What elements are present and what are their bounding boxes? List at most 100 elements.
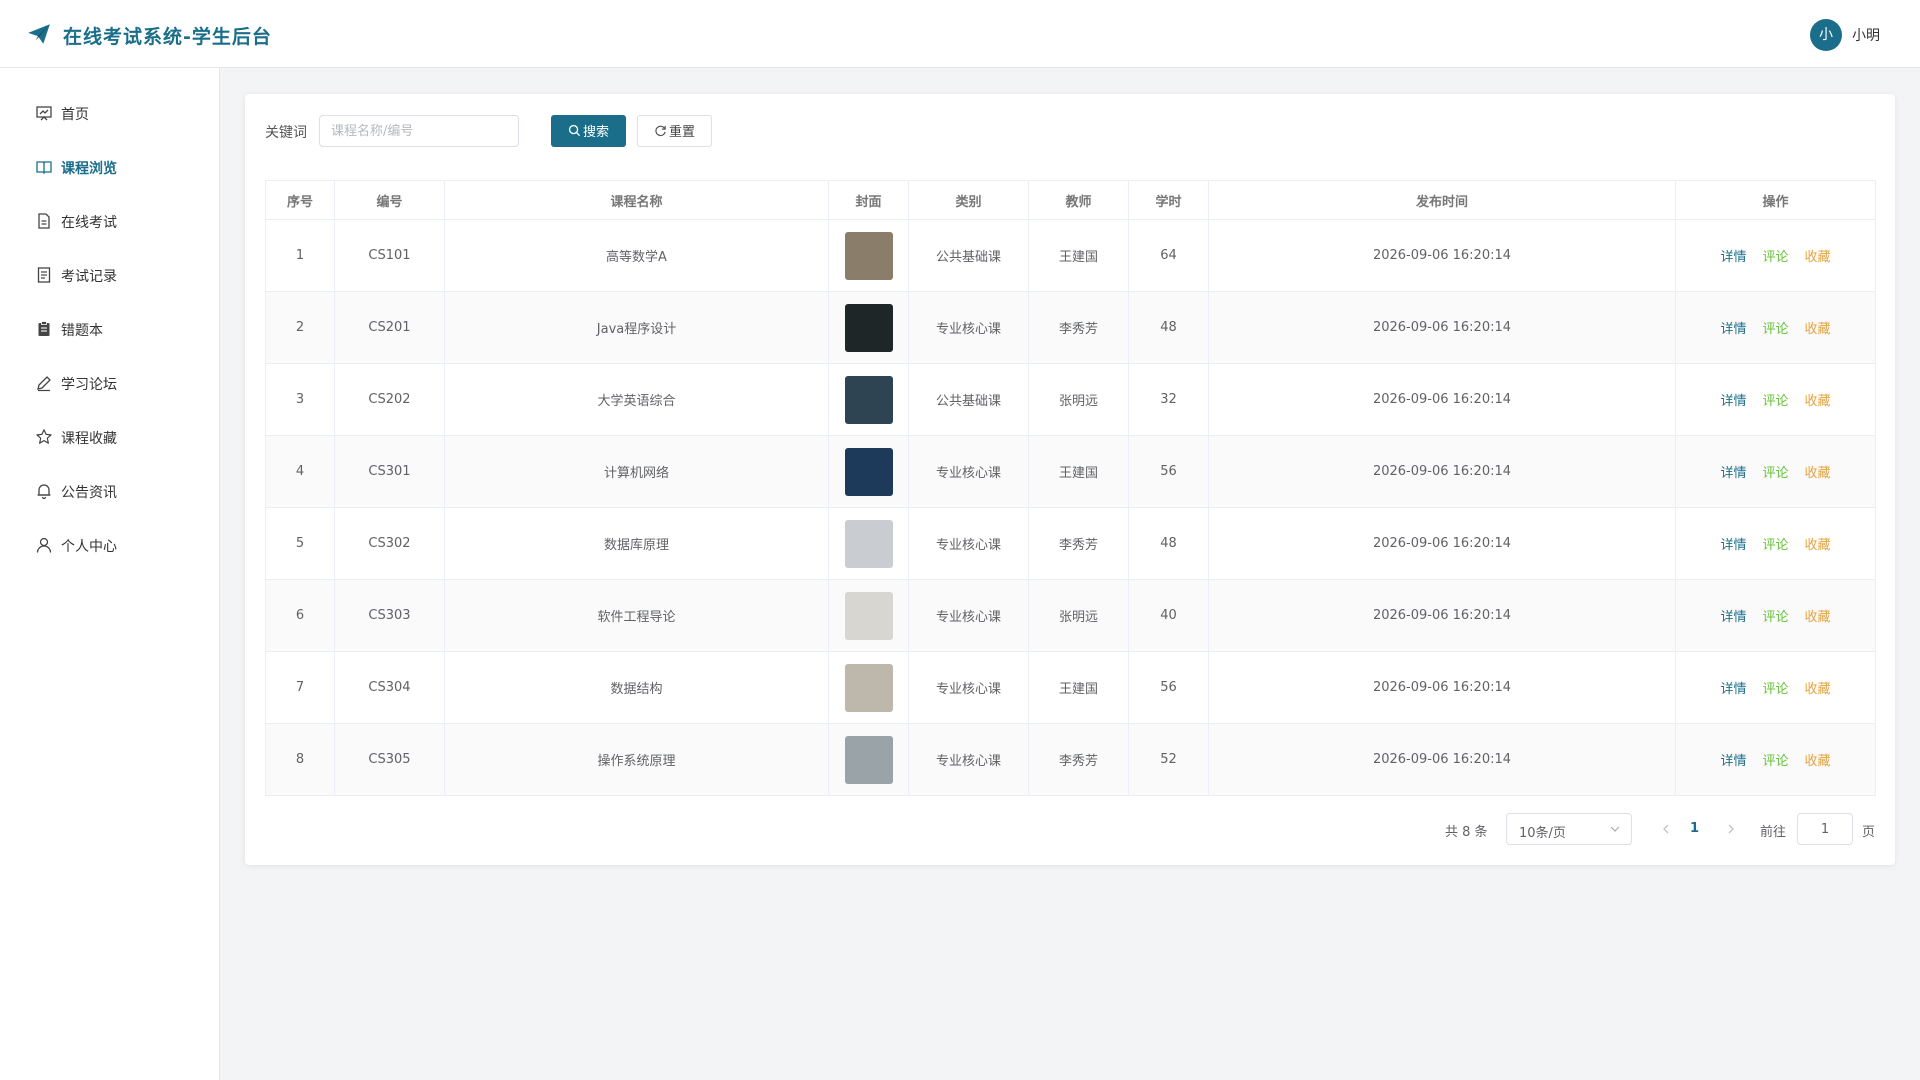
comment-link[interactable]: 评论 (1762, 750, 1788, 769)
column-header-hours: 学时 (1128, 180, 1209, 220)
cell-published: 2026-09-06 16:20:14 (1208, 579, 1676, 652)
course-list-card: 关键词 搜索 重置 序号 编号 课程名称 封面 类别 教师 学时 发布时间 (245, 94, 1895, 865)
cell-teacher: 李秀芳 (1028, 723, 1129, 796)
next-page-icon[interactable] (1725, 822, 1737, 836)
course-cover-image[interactable] (844, 735, 893, 784)
column-header-actions: 操作 (1675, 180, 1876, 220)
cell-category: 公共基础课 (908, 363, 1029, 436)
cell-course-name: 计算机网络 (444, 435, 829, 508)
column-header-category: 类别 (908, 180, 1029, 220)
sidebar-item-label: 错题本 (61, 323, 103, 339)
cell-index: 8 (265, 723, 335, 796)
cell-hours: 32 (1128, 363, 1209, 436)
pen-icon (37, 376, 51, 392)
search-icon (568, 124, 581, 137)
cell-actions: 详情 评论 收藏 (1675, 363, 1876, 436)
cell-course-name: 大学英语综合 (444, 363, 829, 436)
cell-published: 2026-09-06 16:20:14 (1208, 651, 1676, 724)
cell-code: CS304 (334, 651, 445, 724)
sidebar-item-online-exam[interactable]: 在线考试 (0, 201, 220, 241)
favorite-link[interactable]: 收藏 (1805, 678, 1831, 697)
column-header-published: 发布时间 (1208, 180, 1676, 220)
detail-link[interactable]: 详情 (1720, 534, 1746, 553)
table-row: 8 CS305 操作系统原理 专业核心课 李秀芳 52 2026-09-06 1… (265, 723, 1876, 796)
book-open-icon (36, 161, 52, 175)
sidebar-item-home[interactable]: 首页 (0, 93, 220, 133)
detail-link[interactable]: 详情 (1720, 390, 1746, 409)
detail-link[interactable]: 详情 (1720, 462, 1746, 481)
cell-actions: 详情 评论 收藏 (1675, 651, 1876, 724)
sidebar-item-wrong-book[interactable]: 错题本 (0, 309, 220, 349)
cell-course-name: Java程序设计 (444, 291, 829, 364)
sidebar-item-exam-records[interactable]: 考试记录 (0, 255, 220, 295)
cell-teacher: 张明远 (1028, 363, 1129, 436)
course-cover-image[interactable] (844, 231, 893, 280)
course-cover-image[interactable] (844, 519, 893, 568)
cell-course-name: 高等数学A (444, 219, 829, 292)
comment-link[interactable]: 评论 (1762, 462, 1788, 481)
table-row: 7 CS304 数据结构 专业核心课 王建国 56 2026-09-06 16:… (265, 651, 1876, 724)
column-header-name: 课程名称 (444, 180, 829, 220)
detail-link[interactable]: 详情 (1720, 606, 1746, 625)
goto-label: 前往 (1760, 825, 1787, 840)
course-cover-image[interactable] (844, 447, 893, 496)
column-header-teacher: 教师 (1028, 180, 1129, 220)
cell-index: 1 (265, 219, 335, 292)
comment-link[interactable]: 评论 (1762, 678, 1788, 697)
page-number-current[interactable]: 1 (1690, 821, 1699, 836)
document-icon (38, 213, 50, 229)
comment-link[interactable]: 评论 (1762, 246, 1788, 265)
course-cover-image[interactable] (844, 303, 893, 352)
table-row: 2 CS201 Java程序设计 专业核心课 李秀芳 48 2026-09-06… (265, 291, 1876, 364)
keyword-search-input[interactable] (319, 115, 519, 147)
sidebar-item-course-browse[interactable]: 课程浏览 (0, 147, 220, 187)
reset-button[interactable]: 重置 (637, 115, 712, 147)
column-header-code: 编号 (334, 180, 445, 220)
sidebar-item-announcements[interactable]: 公告资讯 (0, 471, 220, 511)
comment-link[interactable]: 评论 (1762, 318, 1788, 337)
favorite-link[interactable]: 收藏 (1805, 606, 1831, 625)
avatar[interactable]: 小 (1810, 19, 1842, 51)
favorite-link[interactable]: 收藏 (1805, 390, 1831, 409)
cell-actions: 详情 评论 收藏 (1675, 723, 1876, 796)
comment-link[interactable]: 评论 (1762, 390, 1788, 409)
sidebar-item-label: 学习论坛 (61, 377, 117, 393)
goto-page-input[interactable] (1797, 813, 1853, 845)
cell-index: 2 (265, 291, 335, 364)
sidebar-item-favorites[interactable]: 课程收藏 (0, 417, 220, 457)
cell-hours: 48 (1128, 507, 1209, 580)
detail-link[interactable]: 详情 (1720, 678, 1746, 697)
detail-link[interactable]: 详情 (1720, 318, 1746, 337)
prev-page-icon[interactable] (1660, 822, 1672, 836)
cell-index: 7 (265, 651, 335, 724)
favorite-link[interactable]: 收藏 (1805, 246, 1831, 265)
table-row: 6 CS303 软件工程导论 专业核心课 张明远 40 2026-09-06 1… (265, 579, 1876, 652)
table-row: 5 CS302 数据库原理 专业核心课 李秀芳 48 2026-09-06 16… (265, 507, 1876, 580)
cell-hours: 52 (1128, 723, 1209, 796)
sidebar-item-profile[interactable]: 个人中心 (0, 525, 220, 565)
column-header-cover: 封面 (828, 180, 909, 220)
sidebar-item-forum[interactable]: 学习论坛 (0, 363, 220, 403)
detail-link[interactable]: 详情 (1720, 246, 1746, 265)
user-name[interactable]: 小明 (1852, 25, 1880, 45)
table-row: 1 CS101 高等数学A 公共基础课 王建国 64 2026-09-06 16… (265, 219, 1876, 292)
page-size-select[interactable]: 10条/页 (1506, 813, 1632, 845)
cell-actions: 详情 评论 收藏 (1675, 291, 1876, 364)
column-header-index: 序号 (265, 180, 335, 220)
comment-link[interactable]: 评论 (1762, 606, 1788, 625)
course-cover-image[interactable] (844, 663, 893, 712)
cell-teacher: 李秀芳 (1028, 507, 1129, 580)
favorite-link[interactable]: 收藏 (1805, 750, 1831, 769)
course-cover-image[interactable] (844, 375, 893, 424)
favorite-link[interactable]: 收藏 (1805, 318, 1831, 337)
comment-link[interactable]: 评论 (1762, 534, 1788, 553)
cell-code: CS101 (334, 219, 445, 292)
table-header-row: 序号 编号 课程名称 封面 类别 教师 学时 发布时间 操作 (265, 180, 1876, 220)
course-cover-image[interactable] (844, 591, 893, 640)
cell-code: CS302 (334, 507, 445, 580)
favorite-link[interactable]: 收藏 (1805, 462, 1831, 481)
cell-code: CS201 (334, 291, 445, 364)
detail-link[interactable]: 详情 (1720, 750, 1746, 769)
favorite-link[interactable]: 收藏 (1805, 534, 1831, 553)
search-button[interactable]: 搜索 (551, 115, 626, 147)
